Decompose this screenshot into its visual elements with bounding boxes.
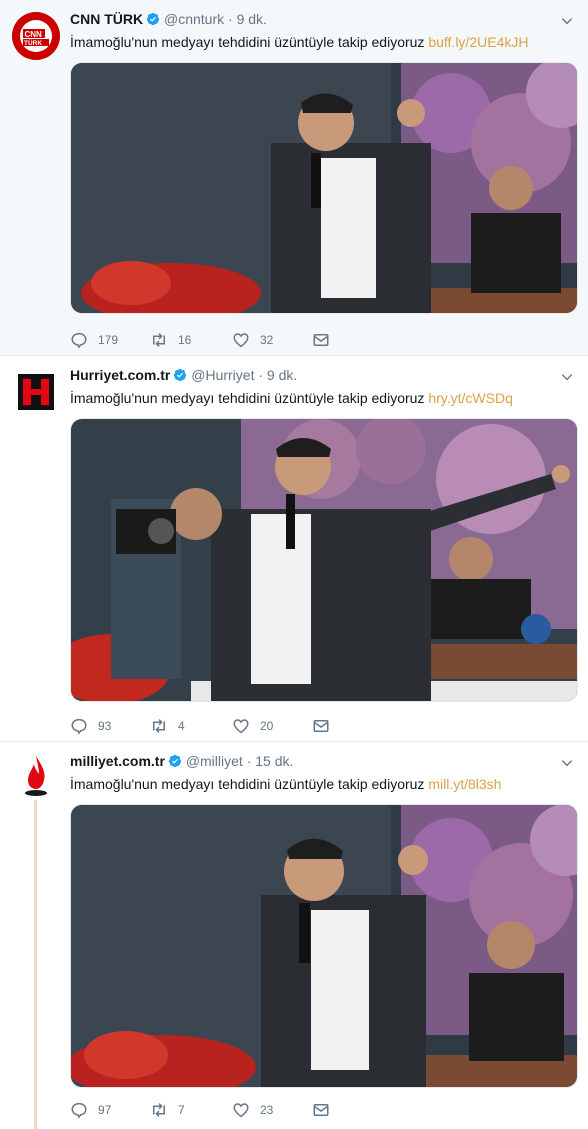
chevron-down-icon[interactable] (560, 756, 574, 770)
tweet-hurriyet[interactable]: Hurriyet.com.tr @Hurriyet · 9 dk. İmamoğ… (0, 356, 588, 742)
retweet-icon (150, 331, 168, 349)
svg-text:TÜRK: TÜRK (24, 38, 42, 47)
hurriyet-logo (18, 374, 54, 410)
avatar[interactable] (16, 754, 56, 798)
photo-speaker-rally (71, 63, 577, 313)
thread-line (34, 800, 37, 1129)
like-icon (232, 1101, 250, 1119)
direct-message-button[interactable] (312, 1100, 340, 1120)
like-count: 23 (260, 1103, 274, 1117)
author-handle[interactable]: @milliyet (186, 753, 243, 769)
separator-dot: · (246, 753, 252, 769)
avatar[interactable]: CNN TÜRK (12, 12, 60, 60)
tweet-actions: 93 4 20 (70, 716, 370, 736)
like-count: 32 (260, 333, 274, 347)
tweet-photo[interactable] (70, 62, 578, 314)
verified-badge-icon (173, 368, 187, 382)
direct-message-icon (312, 717, 330, 735)
retweet-count: 16 (178, 333, 192, 347)
photo-speaker-pointing (71, 419, 577, 701)
retweet-button[interactable]: 16 (150, 330, 191, 350)
retweet-button[interactable]: 4 (150, 716, 185, 736)
tweet-header: milliyet.com.tr @milliyet · 15 dk. (70, 753, 293, 769)
tweet-link[interactable]: hry.yt/cWSDq (428, 390, 513, 406)
tweet-time[interactable]: 15 dk. (255, 753, 293, 769)
reply-icon (70, 1101, 88, 1119)
direct-message-button[interactable] (312, 330, 340, 350)
verified-badge-icon (168, 754, 182, 768)
direct-message-icon (312, 1101, 330, 1119)
tweet-text: İmamoğlu'nun medyayı tehdidini üzüntüyle… (70, 776, 501, 792)
author-name[interactable]: Hurriyet.com.tr (70, 367, 170, 383)
like-button[interactable]: 20 (232, 716, 273, 736)
tweet-link[interactable]: buff.ly/2UE4kJH (428, 34, 528, 50)
tweet-link[interactable]: mill.yt/8l3sh (428, 776, 501, 792)
verified-badge-icon (146, 12, 160, 26)
retweet-count: 4 (178, 719, 185, 733)
tweet-header: CNN TÜRK @cnnturk · 9 dk. (70, 11, 267, 27)
direct-message-icon (312, 331, 330, 349)
retweet-button[interactable]: 7 (150, 1100, 185, 1120)
tweet-body: İmamoğlu'nun medyayı tehdidini üzüntüyle… (70, 776, 425, 792)
like-count: 20 (260, 719, 274, 733)
svg-text:CNN: CNN (25, 30, 43, 39)
photo-speaker-rally (71, 805, 577, 1087)
direct-message-button[interactable] (312, 716, 340, 736)
separator-dot: · (228, 11, 233, 27)
cnnturk-logo: CNN TÜRK (12, 12, 60, 60)
author-handle[interactable]: @cnnturk (164, 11, 224, 27)
author-name[interactable]: CNN TÜRK (70, 11, 143, 27)
tweet-text: İmamoğlu'nun medyayı tehdidini üzüntüyle… (70, 34, 528, 50)
tweet-body: İmamoğlu'nun medyayı tehdidini üzüntüyle… (70, 34, 425, 50)
reply-count: 179 (98, 333, 119, 347)
tweet-header: Hurriyet.com.tr @Hurriyet · 9 dk. (70, 367, 297, 383)
tweet-photo[interactable] (70, 804, 578, 1088)
tweet-milliyet[interactable]: milliyet.com.tr @milliyet · 15 dk. İmamo… (0, 742, 588, 1129)
tweet-cnnturk[interactable]: CNN TÜRK CNN TÜRK @cnnturk · 9 dk. İmamo… (0, 0, 588, 356)
tweet-photo[interactable] (70, 418, 578, 702)
like-button[interactable]: 32 (232, 330, 273, 350)
chevron-down-icon[interactable] (560, 14, 574, 28)
like-icon (232, 331, 250, 349)
reply-button[interactable]: 179 (70, 330, 118, 350)
tweet-time[interactable]: 9 dk. (237, 11, 267, 27)
like-button[interactable]: 23 (232, 1100, 273, 1120)
reply-count: 97 (98, 1103, 112, 1117)
separator-dot: · (258, 367, 264, 383)
reply-button[interactable]: 97 (70, 1100, 111, 1120)
retweet-icon (150, 1101, 168, 1119)
reply-icon (70, 331, 88, 349)
tweet-text: İmamoğlu'nun medyayı tehdidini üzüntüyle… (70, 390, 513, 406)
like-icon (232, 717, 250, 735)
author-name[interactable]: milliyet.com.tr (70, 753, 165, 769)
tweet-body: İmamoğlu'nun medyayı tehdidini üzüntüyle… (70, 390, 425, 406)
retweet-count: 7 (178, 1103, 185, 1117)
avatar[interactable] (18, 374, 54, 410)
reply-button[interactable]: 93 (70, 716, 111, 736)
tweet-actions: 179 16 32 (70, 330, 370, 350)
milliyet-logo (25, 756, 47, 796)
retweet-icon (150, 717, 168, 735)
author-handle[interactable]: @Hurriyet (191, 367, 254, 383)
chevron-down-icon[interactable] (560, 370, 574, 384)
tweet-actions: 97 7 23 (70, 1100, 370, 1120)
reply-count: 93 (98, 719, 112, 733)
reply-icon (70, 717, 88, 735)
tweet-time[interactable]: 9 dk. (267, 367, 297, 383)
